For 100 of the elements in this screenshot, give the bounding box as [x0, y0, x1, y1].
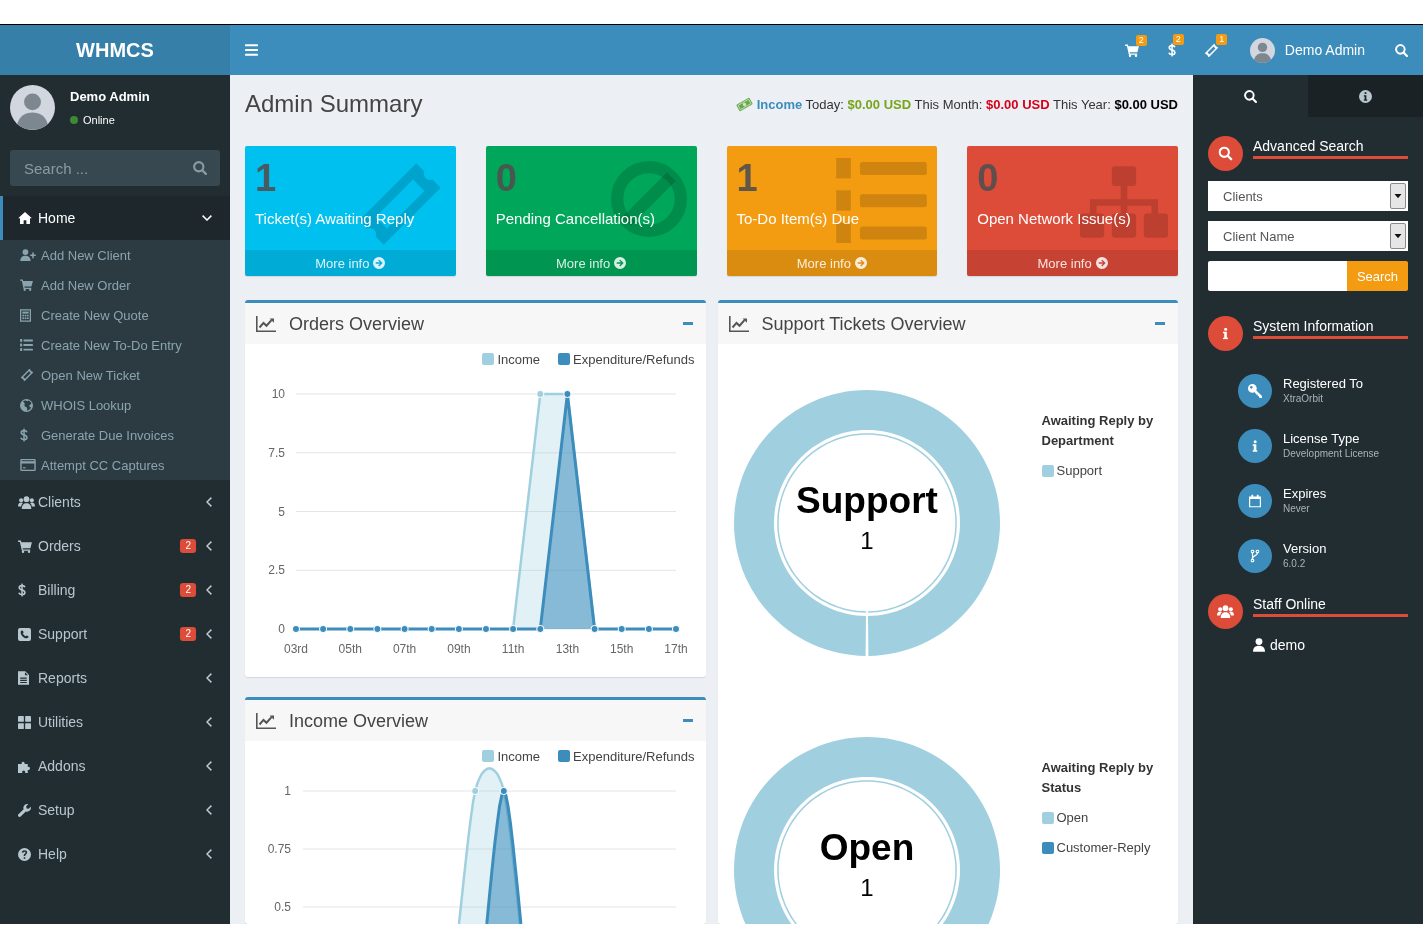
dropdown[interactable]: Clients — [1208, 181, 1408, 211]
minus-icon[interactable] — [682, 322, 693, 325]
grid-icon — [18, 715, 31, 729]
info-value: Never — [1283, 502, 1311, 516]
data-point — [346, 624, 355, 634]
branch-icon — [1238, 539, 1272, 573]
y-axis-label: 10 — [271, 387, 285, 401]
phone-icon — [18, 627, 31, 641]
document-icon — [18, 671, 29, 685]
search-field[interactable]: Search ... — [10, 150, 220, 186]
menu-item[interactable]: Orders 2 — [0, 524, 230, 568]
user-menu-link[interactable]: Demo Admin — [1231, 25, 1380, 75]
legend-label: Expenditure/Refunds — [573, 351, 695, 367]
x-axis-label: 11th — [501, 642, 525, 656]
panel-title: Orders Overview — [289, 312, 425, 335]
search-icon[interactable] — [1395, 43, 1408, 57]
menu-icon[interactable] — [245, 44, 258, 56]
data-point — [536, 389, 545, 399]
calculator-icon — [20, 308, 31, 322]
data-point — [427, 624, 436, 634]
page-title: Admin Summary — [245, 90, 423, 118]
submenu-item[interactable]: Create New Quote — [0, 300, 230, 330]
info-icon — [1359, 89, 1372, 103]
ticket-icon[interactable] — [1204, 42, 1220, 58]
submenu-item[interactable]: Open New Ticket — [0, 360, 230, 390]
data-point — [373, 624, 382, 634]
stat-label: To-Do Item(s) Due — [736, 209, 860, 229]
info-icon — [1208, 316, 1243, 351]
puzzle-icon — [18, 759, 31, 773]
data-point — [454, 624, 463, 634]
data-point — [499, 786, 508, 796]
users-icon — [18, 495, 35, 509]
logo[interactable]: WHMCS — [0, 25, 230, 75]
legend-label: Customer-Reply — [1056, 839, 1151, 857]
count-badge: 2 — [180, 627, 196, 641]
more-info-link[interactable]: More info — [245, 250, 456, 276]
cart-icon[interactable] — [1124, 43, 1139, 57]
menu-item[interactable]: Utilities — [0, 700, 230, 744]
y-axis-label: 0.5 — [274, 900, 291, 914]
dollar-icon — [18, 583, 26, 597]
panel-title: Support Tickets Overview — [761, 312, 966, 335]
menu-item[interactable]: Addons — [0, 744, 230, 788]
legend-label: Support — [1056, 462, 1103, 480]
more-info-link[interactable]: More info — [967, 250, 1178, 276]
calendar-icon — [1238, 484, 1272, 518]
sidebar-tab[interactable] — [1308, 75, 1423, 117]
menu-item[interactable]: Support 2 — [0, 612, 230, 656]
submenu-item[interactable]: WHOIS Lookup — [0, 390, 230, 420]
data-point — [291, 624, 301, 634]
submenu-item[interactable]: Attempt CC Captures — [0, 450, 230, 480]
more-info-link[interactable]: More info — [726, 250, 938, 276]
key-icon — [1238, 374, 1272, 408]
avatar-icon — [1249, 37, 1275, 63]
submenu-item[interactable]: Add New Client — [0, 240, 230, 270]
donut-center-value: 1 — [859, 874, 874, 901]
search-icon — [1208, 136, 1243, 171]
notification-badge: 2 — [1172, 34, 1184, 45]
minus-icon[interactable] — [682, 719, 693, 722]
data-point — [481, 624, 491, 634]
submenu-item[interactable]: Generate Due Invoices — [0, 420, 230, 450]
chart-title: Awaiting Reply by Status — [1041, 759, 1155, 797]
data-point — [536, 624, 545, 634]
section-title: System Information — [1253, 318, 1408, 339]
more-info-link[interactable]: More info — [485, 250, 697, 276]
sitemap-icon — [1080, 166, 1168, 238]
data-point — [319, 624, 328, 634]
menu-item[interactable]: Help — [0, 832, 230, 876]
avatar-icon — [10, 85, 55, 130]
search-icon[interactable] — [193, 161, 207, 175]
search-input[interactable] — [1208, 261, 1347, 291]
x-axis-label: 15th — [610, 642, 634, 656]
count-badge: 2 — [180, 583, 196, 597]
section-title: Advanced Search — [1253, 138, 1408, 159]
legend-label: Income — [497, 351, 541, 367]
globe-icon — [20, 398, 33, 412]
data-point — [590, 624, 599, 634]
submenu-item[interactable]: Create New To-Do Entry — [0, 330, 230, 360]
menu-item[interactable]: Home — [0, 196, 230, 240]
submenu-item[interactable]: Add New Order — [0, 270, 230, 300]
user-name: Demo Admin — [70, 87, 150, 106]
help-icon — [18, 847, 31, 861]
menu-item[interactable]: Reports — [0, 656, 230, 700]
cart-icon — [20, 279, 33, 291]
y-axis-label: 2.5 — [268, 563, 285, 578]
dollar-icon[interactable] — [1167, 43, 1176, 57]
income-summary: Income Today: $0.00 USD This Month: $0.00 USD This Year: $0.00 USD — [756, 96, 1178, 112]
list-icon — [20, 339, 33, 351]
menu-item[interactable]: Clients — [0, 480, 230, 524]
menu-item[interactable]: Setup — [0, 788, 230, 832]
info-icon — [1238, 429, 1272, 463]
menu-item[interactable]: Billing 2 — [0, 568, 230, 612]
data-point — [563, 389, 572, 399]
count-badge: 2 — [180, 539, 196, 553]
dropdown[interactable]: Client Name — [1208, 221, 1408, 251]
stat-count: 0 — [977, 158, 999, 198]
data-point — [509, 624, 518, 634]
info-label: Expires — [1283, 486, 1327, 502]
data-point — [471, 786, 480, 796]
legend-label: Income — [497, 748, 541, 764]
x-axis-label: 17th — [664, 642, 688, 656]
